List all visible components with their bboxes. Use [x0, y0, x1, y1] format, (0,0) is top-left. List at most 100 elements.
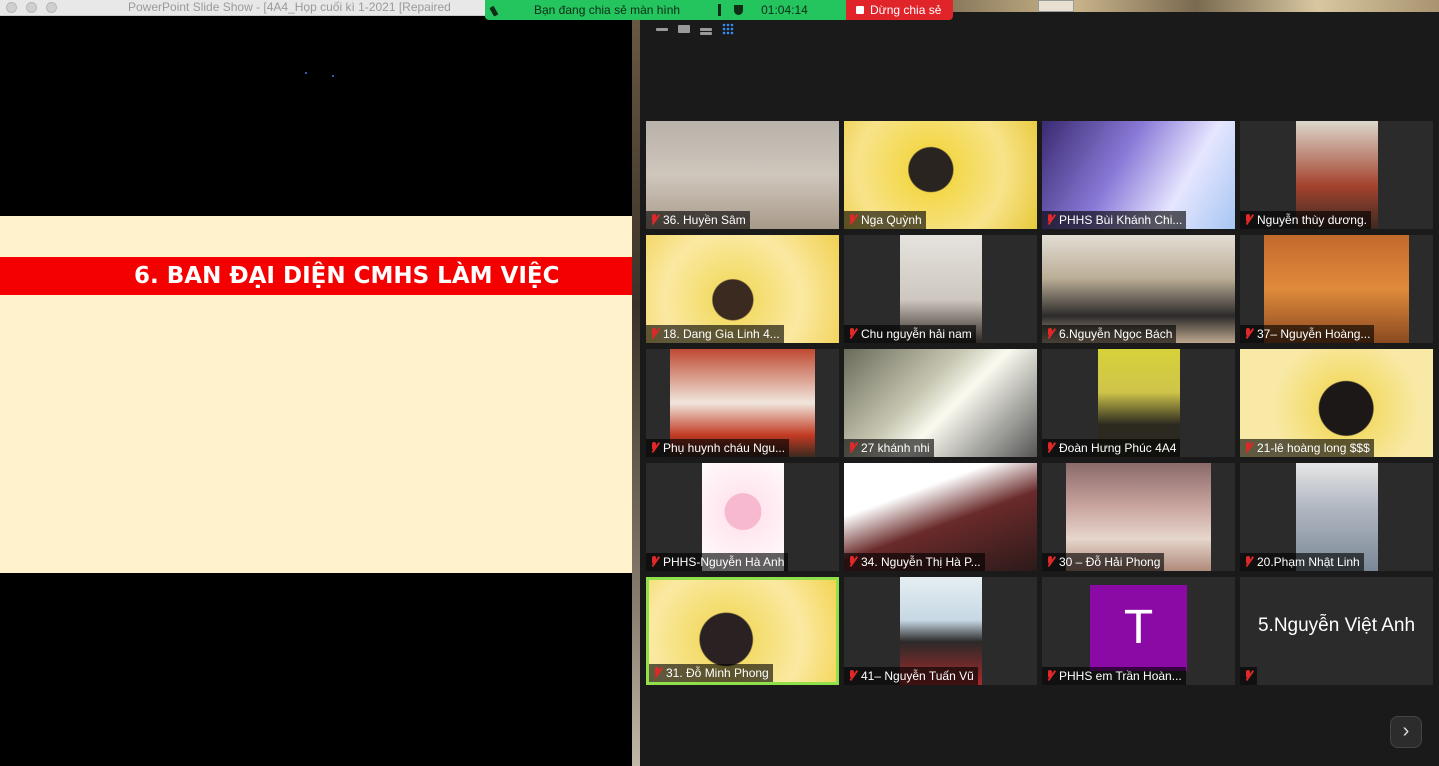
participant-label: 6.Nguyễn Ngọc Bách: [1042, 325, 1177, 343]
mic-muted-icon: [847, 442, 857, 454]
participant-label: 34. Nguyễn Thị Hà P...: [844, 553, 985, 571]
slide-heading: 6. BAN ĐẠI DIỆN CMHS LÀM VIỆC: [0, 257, 632, 295]
participant-label: 30 – Đỗ Hải Phong: [1042, 553, 1165, 571]
participant-name: 34. Nguyễn Thị Hà P...: [861, 555, 981, 569]
participant-label: Đoàn Hưng Phúc 4A4: [1042, 439, 1181, 457]
participant-name: PHHS Bùi Khánh Chi...: [1059, 213, 1183, 227]
participant-tile[interactable]: PHHS Bùi Khánh Chi...: [1042, 121, 1235, 229]
participant-tile[interactable]: 27 khánh nhi: [844, 349, 1037, 457]
participant-tile[interactable]: 5.Nguyễn Việt Anh: [1240, 577, 1433, 685]
participant-label: Nga Quỳnh: [844, 211, 926, 229]
mic-muted-icon: [1045, 214, 1055, 226]
participant-label: 21-lê hoàng long $$$: [1240, 439, 1374, 457]
gallery-view-icon[interactable]: [722, 23, 734, 35]
mic-muted-icon: [847, 556, 857, 568]
mic-muted-icon: [649, 556, 659, 568]
mic-muted-icon: [847, 328, 857, 340]
participant-label: 37– Nguyễn Hoàng...: [1240, 325, 1375, 343]
maximize-window-icon[interactable]: [46, 2, 57, 13]
participant-tile[interactable]: 37– Nguyễn Hoàng...: [1240, 235, 1433, 343]
participant-tile[interactable]: Nguyễn thùy dương.: [1240, 121, 1433, 229]
slideshow-window: PowerPoint Slide Show - [4A4_Họp cuối kì…: [0, 0, 632, 766]
participant-tile[interactable]: 34. Nguyễn Thị Hà P...: [844, 463, 1037, 571]
mic-muted-icon: [1045, 442, 1055, 454]
mic-muted-icon: [1243, 214, 1253, 226]
strip-view-icon[interactable]: [700, 27, 712, 31]
participant-tile[interactable]: 6.Nguyễn Ngọc Bách: [1042, 235, 1235, 343]
participant-avatar: T: [1090, 585, 1187, 671]
participant-label: Chu nguyễn hải nam: [844, 325, 976, 343]
participant-tile[interactable]: Chu nguyễn hải nam: [844, 235, 1037, 343]
participant-name: 30 – Đỗ Hải Phong: [1059, 555, 1161, 569]
participant-name: Đoàn Hưng Phúc 4A4: [1059, 441, 1177, 455]
mic-muted-icon: [1045, 328, 1055, 340]
participant-tile[interactable]: Đoàn Hưng Phúc 4A4: [1042, 349, 1235, 457]
chevron-right-icon: ›: [1402, 720, 1410, 742]
participant-tile[interactable]: 36. Huyền Sâm: [646, 121, 839, 229]
participant-label: 36. Huyền Sâm: [646, 211, 750, 229]
screen-share-bar: Bạn đang chia sẻ màn hình 01:04:14 Dừng …: [485, 0, 953, 20]
mic-muted-icon: [1243, 328, 1253, 340]
close-window-icon[interactable]: [6, 2, 17, 13]
participant-name: 41– Nguyễn Tuấn Vũ: [861, 669, 974, 683]
window-separator: [632, 0, 640, 766]
participant-label: Nguyễn thùy dương.: [1240, 211, 1371, 229]
participant-tile[interactable]: Nga Quỳnh: [844, 121, 1037, 229]
self-view-thumbnail[interactable]: [1038, 0, 1074, 12]
participant-label: PHHS em Trần Hoàn...: [1042, 667, 1186, 685]
participant-name: 27 khánh nhi: [861, 441, 930, 455]
mic-muted-icon: [649, 214, 659, 226]
mic-muted-icon: [649, 442, 659, 454]
participant-tile[interactable]: 21-lê hoàng long $$$: [1240, 349, 1433, 457]
desktop: PowerPoint Slide Show - [4A4_Họp cuối kì…: [0, 0, 1439, 766]
slide-dot: [305, 72, 307, 74]
participant-tile[interactable]: 18. Dang Gia Linh 4...: [646, 235, 839, 343]
participant-tile[interactable]: PHHS-Nguyễn Hà Anh: [646, 463, 839, 571]
participant-label: 41– Nguyễn Tuấn Vũ: [844, 667, 978, 685]
next-page-button[interactable]: ›: [1390, 716, 1422, 748]
participant-name: Phụ huynh cháu Ngu...: [663, 441, 786, 455]
stop-share-label: Dừng chia sẻ: [870, 3, 942, 17]
stop-share-button[interactable]: Dừng chia sẻ: [846, 0, 953, 20]
stop-icon: [856, 6, 864, 14]
participant-name: Chu nguyễn hải nam: [861, 327, 972, 341]
participant-tile[interactable]: 41– Nguyễn Tuấn Vũ: [844, 577, 1037, 685]
slide-dot: [332, 75, 334, 77]
mic-muted-icon[interactable]: [489, 3, 503, 17]
minimize-video-icon[interactable]: [656, 27, 668, 31]
mic-muted-icon-2[interactable]: [718, 4, 726, 16]
participant-label: PHHS-Nguyễn Hà Anh: [646, 553, 789, 571]
participant-tile[interactable]: 20.Phạm Nhật Linh: [1240, 463, 1433, 571]
mic-muted-icon: [1045, 670, 1055, 682]
participant-name: 21-lê hoàng long $$$: [1257, 441, 1370, 455]
participant-name: 36. Huyền Sâm: [663, 213, 746, 227]
speaker-view-icon[interactable]: [678, 25, 690, 33]
participant-label: 20.Phạm Nhật Linh: [1240, 553, 1364, 571]
participant-tile[interactable]: 30 – Đỗ Hải Phong: [1042, 463, 1235, 571]
security-shield-icon[interactable]: [734, 5, 744, 15]
participant-name: PHHS em Trần Hoàn...: [1059, 669, 1182, 683]
participant-name: Nguyễn thùy dương.: [1257, 213, 1367, 227]
slide[interactable]: 6. BAN ĐẠI DIỆN CMHS LÀM VIỆC: [0, 216, 632, 573]
participant-name: 37– Nguyễn Hoàng...: [1257, 327, 1371, 341]
participant-label: 18. Dang Gia Linh 4...: [646, 325, 784, 343]
mic-muted-icon: [847, 670, 857, 682]
participant-label: 31. Đỗ Minh Phong: [649, 664, 773, 682]
mic-muted-icon: [649, 328, 659, 340]
minimize-window-icon[interactable]: [26, 2, 37, 13]
participant-name: 31. Đỗ Minh Phong: [666, 666, 769, 680]
mic-muted-icon: [1243, 556, 1253, 568]
participant-label: 27 khánh nhi: [844, 439, 934, 457]
participant-name: 18. Dang Gia Linh 4...: [663, 327, 780, 341]
video-gallery: 36. Huyền Sâm Nga Quỳnh PHHS Bùi Khánh Chi…: [640, 12, 1439, 766]
meeting-timer: 01:04:14: [761, 3, 808, 17]
sharing-status[interactable]: Bạn đang chia sẻ màn hình 01:04:14: [485, 0, 846, 20]
participant-tile[interactable]: T PHHS em Trần Hoàn...: [1042, 577, 1235, 685]
self-view-strip: [953, 0, 1439, 12]
participant-label: Phụ huynh cháu Ngu...: [646, 439, 790, 457]
participant-name-display: 5.Nguyễn Việt Anh: [1257, 615, 1416, 636]
sharing-status-text: Bạn đang chia sẻ màn hình: [534, 3, 681, 17]
participant-tile[interactable]: Phụ huynh cháu Ngu...: [646, 349, 839, 457]
participant-label: [1240, 667, 1257, 685]
participant-tile[interactable]: 31. Đỗ Minh Phong: [646, 577, 839, 685]
